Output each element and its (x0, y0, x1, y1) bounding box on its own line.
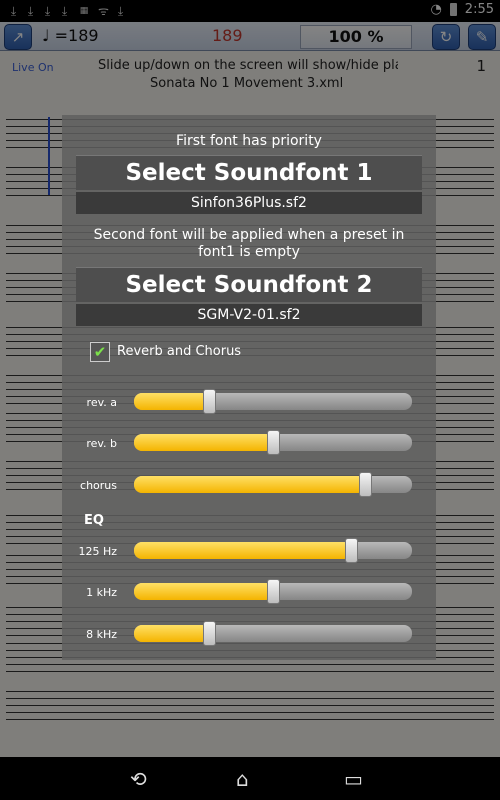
font2-note: Second font will be applied when a prese… (93, 227, 405, 260)
reverb-checkbox[interactable]: ✔ (90, 342, 110, 362)
slider-thumb[interactable] (203, 621, 216, 646)
soundfont-dialog: First font has priority Select Soundfont… (62, 115, 436, 660)
slider-thumb[interactable] (267, 430, 280, 455)
checkmark-icon: ✔ (93, 343, 107, 361)
slider-fill (134, 625, 209, 642)
navigation-bar: ⟲ ⌂ ▭ (0, 757, 500, 800)
slider-fill (134, 434, 273, 451)
font1-note: First font has priority (176, 133, 322, 149)
slider-thumb[interactable] (345, 538, 358, 563)
slider-thumb[interactable] (267, 579, 280, 604)
select-soundfont-2-button[interactable]: Select Soundfont 2 (76, 267, 422, 302)
soundfont-1-file: Sinfon36Plus.sf2 (76, 192, 422, 214)
eq-1khz-slider[interactable] (134, 579, 412, 604)
slider-fill (134, 393, 209, 410)
slider-fill (134, 476, 365, 493)
slider-label: rev. b (86, 437, 117, 450)
slider-label: 125 Hz (78, 545, 117, 558)
slider-thumb[interactable] (203, 389, 216, 414)
slider-label: 8 kHz (86, 628, 117, 641)
rev-b-slider[interactable] (134, 430, 412, 455)
slider-label: chorus (80, 479, 117, 492)
recents-icon[interactable]: ▭ (344, 767, 363, 791)
home-icon[interactable]: ⌂ (236, 767, 249, 791)
slider-fill (134, 583, 273, 600)
chorus-slider[interactable] (134, 472, 412, 497)
slider-fill (134, 542, 351, 559)
select-soundfont-1-button[interactable]: Select Soundfont 1 (76, 155, 422, 190)
eq-125hz-slider[interactable] (134, 538, 412, 563)
slider-label: rev. a (86, 396, 117, 409)
rev-a-slider[interactable] (134, 389, 412, 414)
slider-thumb[interactable] (359, 472, 372, 497)
slider-label: 1 kHz (86, 586, 117, 599)
eq-heading: EQ (84, 513, 104, 528)
soundfont-2-file: SGM-V2-01.sf2 (76, 304, 422, 326)
back-icon[interactable]: ⟲ (130, 767, 147, 791)
eq-8khz-slider[interactable] (134, 621, 412, 646)
reverb-checkbox-label[interactable]: Reverb and Chorus (117, 344, 241, 359)
